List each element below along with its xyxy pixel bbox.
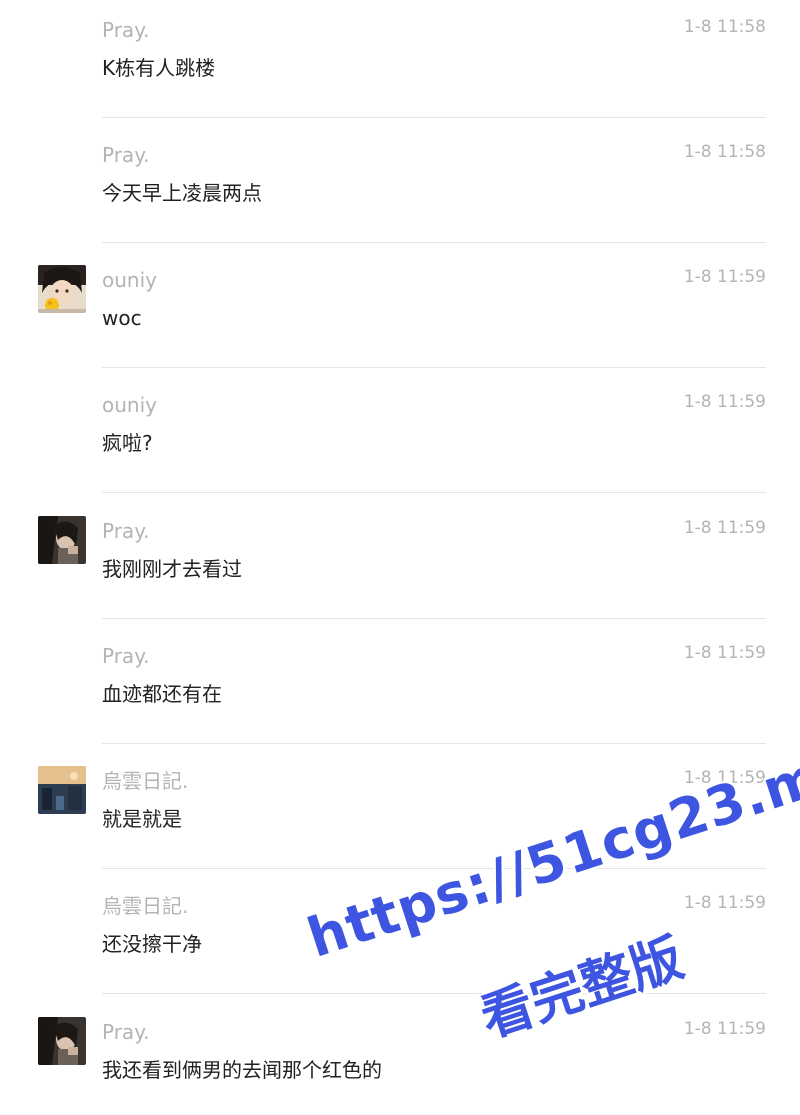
message-author[interactable]: Pray. xyxy=(102,141,150,169)
message-time: 1-8 11:59 xyxy=(683,267,766,287)
message-divider xyxy=(102,492,766,493)
message-author[interactable]: 烏雲日記. xyxy=(102,767,188,795)
chat-message[interactable]: ouniy 1-8 11:59 疯啦? xyxy=(0,377,800,502)
message-author[interactable]: Pray. xyxy=(102,517,150,545)
message-text: woc xyxy=(102,306,142,330)
message-divider xyxy=(102,743,766,744)
chat-message[interactable]: Pray. 1-8 11:59 我还看到俩男的去闻那个红色的 xyxy=(0,1004,800,1115)
message-divider xyxy=(102,242,766,243)
avatar-pray[interactable] xyxy=(38,516,86,564)
avatar-pray[interactable] xyxy=(38,1017,86,1065)
chat-message[interactable]: Pray. 1-8 11:59 血迹都还有在 xyxy=(0,628,800,753)
chat-message[interactable]: Pray. 1-8 11:58 K栋有人跳楼 xyxy=(0,2,800,127)
message-text: 疯啦? xyxy=(102,431,153,455)
chat-message[interactable]: 烏雲日記. 1-8 11:59 还没擦干净 xyxy=(0,878,800,1003)
message-time: 1-8 11:59 xyxy=(683,392,766,412)
message-divider xyxy=(102,618,766,619)
message-text: 还没擦干净 xyxy=(102,932,202,956)
message-time: 1-8 11:58 xyxy=(683,17,766,37)
chat-message[interactable]: Pray. 1-8 11:59 我刚刚才去看过 xyxy=(0,503,800,628)
message-text: 就是就是 xyxy=(102,807,182,831)
chat-message[interactable]: ouniy 1-8 11:59 woc xyxy=(0,252,800,377)
message-text: 我还看到俩男的去闻那个红色的 xyxy=(102,1058,382,1082)
message-divider xyxy=(102,868,766,869)
chat-log: Pray. 1-8 11:58 K栋有人跳楼 Pray. 1-8 11:58 今… xyxy=(0,0,800,1115)
message-divider xyxy=(102,367,766,368)
message-author[interactable]: ouniy xyxy=(102,391,157,419)
chat-message[interactable]: 烏雲日記. 1-8 11:59 就是就是 xyxy=(0,753,800,878)
message-time: 1-8 11:59 xyxy=(683,893,766,913)
message-divider xyxy=(102,117,766,118)
message-time: 1-8 11:59 xyxy=(683,643,766,663)
message-time: 1-8 11:59 xyxy=(683,768,766,788)
message-text: 今天早上凌晨两点 xyxy=(102,181,262,205)
message-author[interactable]: Pray. xyxy=(102,642,150,670)
message-author[interactable]: Pray. xyxy=(102,1018,150,1046)
message-author[interactable]: Pray. xyxy=(102,16,150,44)
message-time: 1-8 11:59 xyxy=(683,518,766,538)
message-time: 1-8 11:58 xyxy=(683,142,766,162)
avatar-wuyun[interactable] xyxy=(38,766,86,814)
message-divider xyxy=(102,993,766,994)
message-time: 1-8 11:59 xyxy=(683,1019,766,1039)
avatar-ouniy[interactable] xyxy=(38,265,86,313)
message-author[interactable]: 烏雲日記. xyxy=(102,892,188,920)
chat-message[interactable]: Pray. 1-8 11:58 今天早上凌晨两点 xyxy=(0,127,800,252)
message-text: K栋有人跳楼 xyxy=(102,56,216,80)
message-author[interactable]: ouniy xyxy=(102,266,157,294)
message-text: 我刚刚才去看过 xyxy=(102,557,242,581)
message-text: 血迹都还有在 xyxy=(102,682,222,706)
